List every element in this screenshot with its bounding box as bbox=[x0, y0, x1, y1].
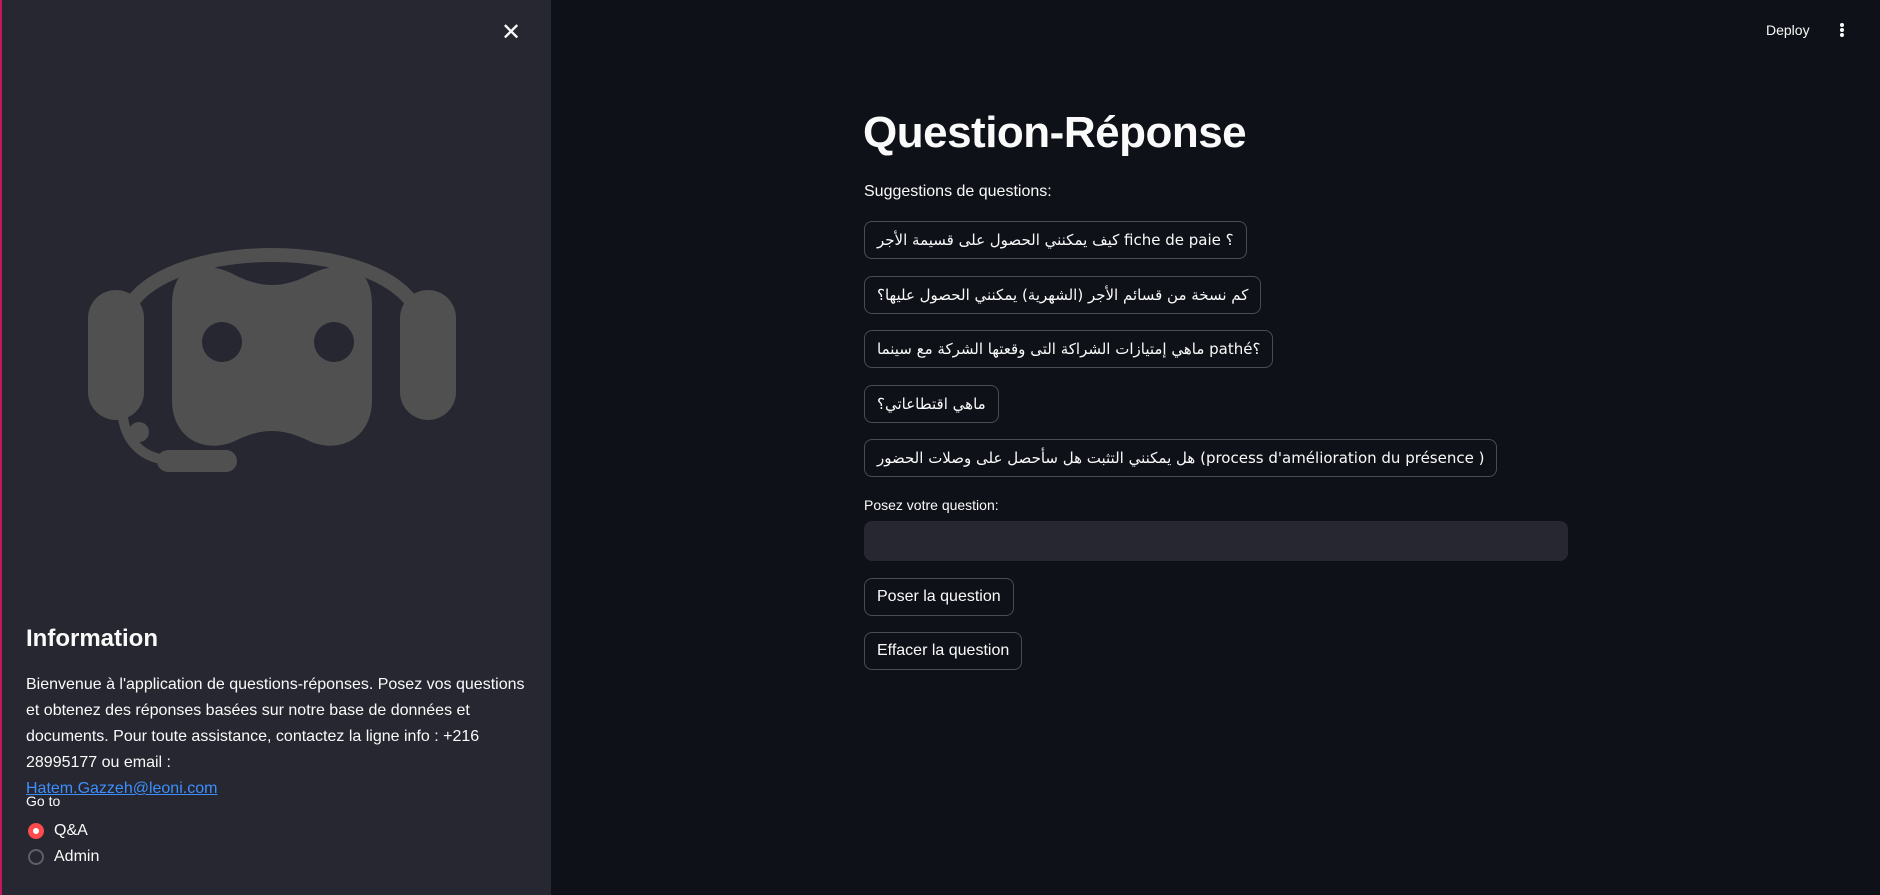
question-label: Posez votre question: bbox=[864, 497, 999, 513]
suggestion-button[interactable]: هل يمكنني التثبت هل سأحصل على وصلات الحض… bbox=[864, 439, 1498, 477]
info-description: Bienvenue à l'application de questions-r… bbox=[26, 676, 525, 771]
suggestion-button[interactable]: كيف يمكنني الحصول على قسيمة الأجر fiche … bbox=[864, 221, 1247, 259]
info-text: Bienvenue à l'application de questions-r… bbox=[26, 672, 526, 802]
sidebar: ✕ Information Bienvenue à l'application … bbox=[0, 0, 551, 895]
nav-radio-label: Q&A bbox=[54, 822, 88, 839]
question-input[interactable] bbox=[864, 521, 1568, 561]
goto-label: Go to bbox=[26, 793, 61, 809]
suggestions-label: Suggestions de questions: bbox=[864, 183, 1052, 200]
page-title: Question-Réponse bbox=[863, 108, 1247, 157]
radio-unchecked-icon bbox=[28, 849, 44, 865]
radio-checked-icon bbox=[28, 823, 44, 839]
nav-radio-qa[interactable]: Q&A bbox=[26, 822, 88, 840]
suggestion-button[interactable]: ماهي إمتيازات الشراكة التى وقعتها الشركة… bbox=[864, 330, 1274, 368]
vertical-dots-icon[interactable] bbox=[1835, 20, 1849, 40]
deploy-button[interactable]: Deploy bbox=[1766, 22, 1810, 38]
ask-question-button[interactable]: Poser la question bbox=[864, 578, 1014, 616]
chatbot-headset-icon bbox=[88, 248, 456, 472]
nav-radio-label: Admin bbox=[54, 848, 100, 865]
info-title: Information bbox=[26, 625, 158, 652]
close-icon[interactable]: ✕ bbox=[497, 18, 525, 46]
suggestion-button[interactable]: كم نسخة من قسائم الأجر (الشهرية) يمكنني … bbox=[864, 276, 1262, 314]
nav-radio-admin[interactable]: Admin bbox=[26, 848, 99, 866]
suggestion-button[interactable]: ماهي اقتطاعاتي؟ bbox=[864, 385, 999, 423]
clear-question-button[interactable]: Effacer la question bbox=[864, 632, 1023, 670]
